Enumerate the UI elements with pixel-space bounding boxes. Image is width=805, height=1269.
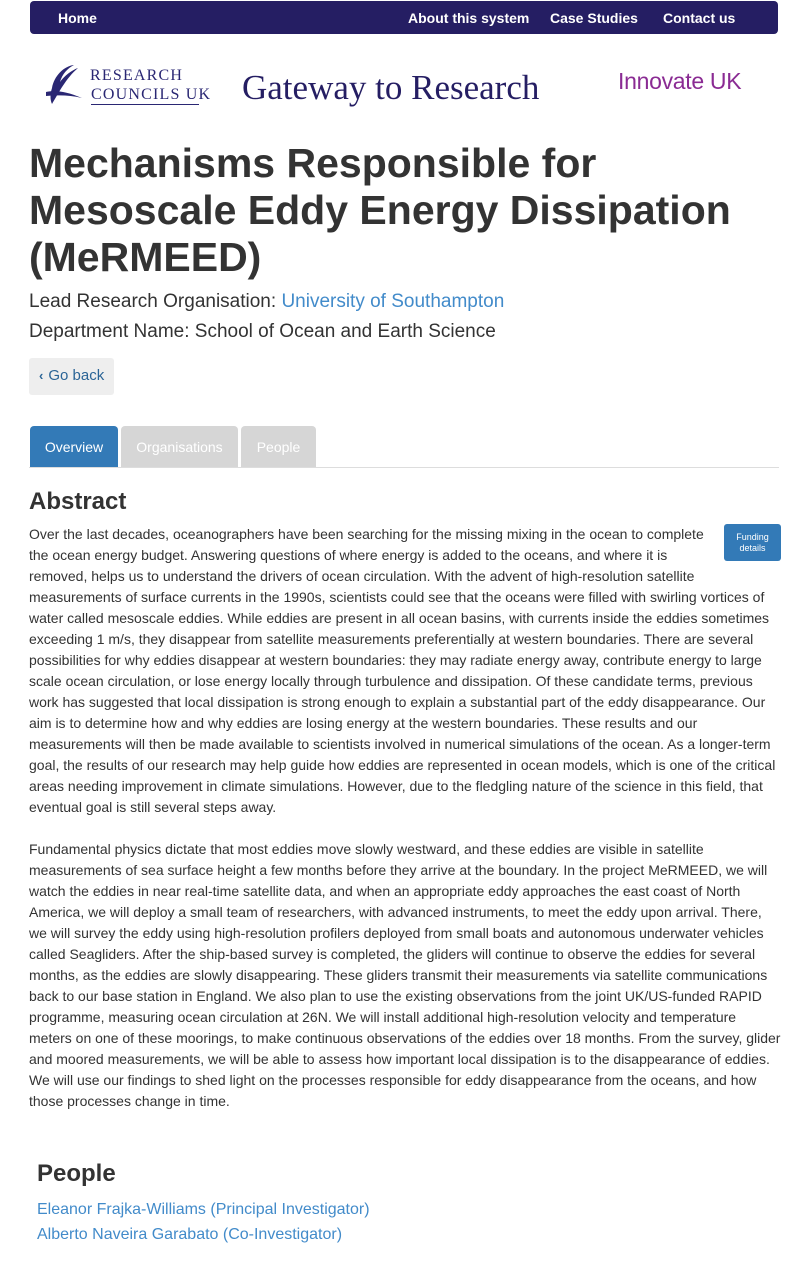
rcuk-wordmark: RESEARCH COUNCILS UK xyxy=(90,66,211,104)
abstract-heading: Abstract xyxy=(29,488,127,515)
person-link-coi[interactable]: Alberto Naveira Garabato (Co-Investigato… xyxy=(37,1222,370,1247)
rcuk-logo: RESEARCH COUNCILS UK xyxy=(44,62,210,108)
go-back-label: Go back xyxy=(48,367,105,384)
rcuk-swoosh-icon xyxy=(46,65,82,104)
gateway-title: Gateway to Research xyxy=(242,68,540,107)
lead-org-label: Lead Research Organisation: xyxy=(29,291,282,312)
department-name: Department Name: School of Ocean and Ear… xyxy=(29,321,496,342)
tab-organisations[interactable]: Organisations xyxy=(121,426,238,467)
go-back-button[interactable]: ‹ Go back xyxy=(29,358,114,395)
page-title: Mechanisms Responsible for Mesoscale Edd… xyxy=(29,140,731,280)
lead-org-link[interactable]: University of Southampton xyxy=(281,291,504,312)
lead-organisation: Lead Research Organisation: University o… xyxy=(29,291,504,313)
people-list: Eleanor Frajka-Williams (Principal Inves… xyxy=(37,1197,370,1247)
rcuk-line1: RESEARCH xyxy=(90,67,184,84)
people-heading: People xyxy=(37,1160,116,1187)
abstract-paragraph-2: Fundamental physics dictate that most ed… xyxy=(29,841,781,1109)
tab-overview[interactable]: Overview xyxy=(30,426,118,467)
funding-details-button[interactable]: Funding details xyxy=(724,524,781,561)
chevron-left-icon: ‹ xyxy=(39,368,44,383)
rcuk-underline xyxy=(91,104,199,105)
nav-contact-link[interactable]: Contact us xyxy=(663,10,735,26)
innovate-uk-logo: Innovate UK xyxy=(618,68,742,94)
nav-home-link[interactable]: Home xyxy=(58,10,97,26)
nav-about-link[interactable]: About this system xyxy=(408,10,529,26)
tab-bar: Overview Organisations People xyxy=(29,426,779,468)
rcuk-line2: COUNCILS UK xyxy=(91,86,212,103)
nav-case-studies-link[interactable]: Case Studies xyxy=(550,10,638,26)
abstract-paragraph-1: Over the last decades, oceanographers ha… xyxy=(29,526,776,815)
abstract-body: Funding details Over the last decades, o… xyxy=(29,524,781,1133)
top-navbar: Home About this system Case Studies Cont… xyxy=(30,1,778,34)
person-link-pi[interactable]: Eleanor Frajka-Williams (Principal Inves… xyxy=(37,1197,370,1222)
tab-people[interactable]: People xyxy=(241,426,316,467)
